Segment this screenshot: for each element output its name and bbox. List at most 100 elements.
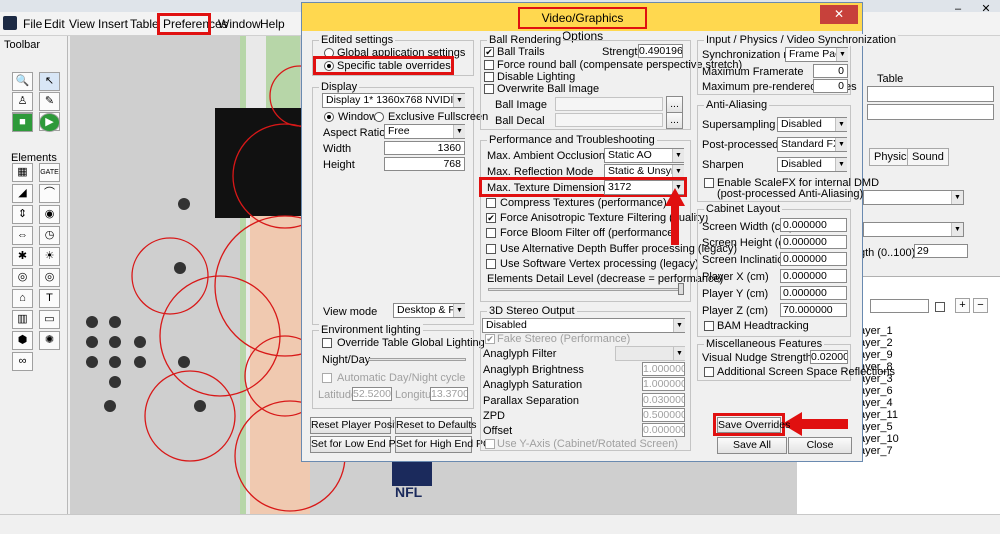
- ball-decal-field[interactable]: [555, 113, 663, 127]
- list-item[interactable]: ayer_4: [859, 397, 893, 409]
- menu-table[interactable]: Table: [130, 17, 159, 31]
- save-overrides-button[interactable]: Save Overrides: [717, 417, 790, 433]
- timer-icon[interactable]: ◷: [39, 226, 60, 245]
- spinner-icon[interactable]: ⇔: [12, 226, 33, 245]
- scalefx-checkbox[interactable]: [704, 178, 714, 188]
- stamp-icon[interactable]: ♙: [12, 92, 33, 111]
- force-round-checkbox[interactable]: [484, 60, 494, 70]
- ball-image-browse-button[interactable]: ...: [666, 96, 683, 113]
- compress-textures-checkbox[interactable]: [486, 198, 496, 208]
- longitude-field[interactable]: 13.370000: [430, 387, 468, 401]
- detail-level-slider[interactable]: [488, 288, 684, 291]
- anaglyph-saturation-field[interactable]: 1.000000: [642, 377, 685, 391]
- wall-icon[interactable]: ▦: [12, 163, 33, 182]
- plunger-icon[interactable]: ⇕: [12, 205, 33, 224]
- save-all-button[interactable]: Save All: [717, 437, 787, 454]
- fake-stereo-checkbox[interactable]: ✔: [485, 334, 495, 344]
- list-item[interactable]: ayer_5: [859, 421, 893, 433]
- reel-icon[interactable]: ▥: [12, 310, 33, 329]
- list-item[interactable]: ayer_2: [859, 337, 893, 349]
- light-icon[interactable]: ☀: [39, 247, 60, 266]
- property-select-1[interactable]: ▼: [863, 190, 964, 205]
- add-icon[interactable]: +: [955, 298, 970, 313]
- list-item[interactable]: ayer_7: [859, 445, 893, 457]
- window-radio[interactable]: [324, 112, 334, 122]
- anaglyph-brightness-field[interactable]: 1.000000: [642, 362, 685, 376]
- target-icon[interactable]: ◎: [39, 268, 60, 287]
- low-end-button[interactable]: Set for Low End PC: [310, 436, 403, 453]
- ball-decal-browse-button[interactable]: ...: [666, 112, 683, 129]
- list-item[interactable]: ayer_10: [859, 433, 899, 445]
- kicker-icon[interactable]: ◎: [12, 268, 33, 287]
- menu-help[interactable]: Help: [260, 17, 285, 31]
- tab-sound[interactable]: Sound: [907, 148, 949, 166]
- height-field[interactable]: 768: [384, 157, 465, 171]
- max-framerate-field[interactable]: 0: [813, 64, 848, 78]
- rubber-icon[interactable]: ∞: [12, 352, 33, 371]
- flipper-icon[interactable]: ⌒: [39, 184, 60, 203]
- display-select[interactable]: Display 1* 1360x768 NVIDIA GeFor: [322, 93, 465, 108]
- screen-inclination-field[interactable]: 0.000000: [780, 252, 847, 266]
- width-field[interactable]: 1360: [384, 141, 465, 155]
- menu-window[interactable]: Window: [218, 17, 261, 31]
- parallax-field[interactable]: 0.030000: [642, 393, 685, 407]
- select-arrow-icon[interactable]: ↖: [39, 72, 60, 91]
- close-button[interactable]: Close: [788, 437, 852, 454]
- menu-edit[interactable]: Edit: [44, 17, 65, 31]
- table-field-2[interactable]: [867, 104, 994, 120]
- exclusive-fullscreen-radio[interactable]: [374, 112, 384, 122]
- screen-height-field[interactable]: 0.000000: [780, 235, 847, 249]
- list-item[interactable]: ayer_11: [859, 409, 898, 421]
- ball-trails-checkbox[interactable]: ✔: [484, 47, 494, 57]
- depth-buffer-checkbox[interactable]: [486, 244, 496, 254]
- nudge-strength-field[interactable]: 0.020000: [810, 350, 848, 364]
- dispreel-icon[interactable]: ▭: [39, 310, 60, 329]
- minimize-icon[interactable]: –: [944, 0, 972, 18]
- magnify-icon[interactable]: 🔍: [12, 72, 33, 91]
- strength-field[interactable]: 29: [914, 244, 968, 258]
- high-end-button[interactable]: Set for High End PC: [395, 436, 491, 453]
- flasher-icon[interactable]: ✺: [39, 331, 60, 350]
- bloom-off-checkbox[interactable]: [486, 228, 496, 238]
- textbox-icon[interactable]: T: [39, 289, 60, 308]
- ramp-icon[interactable]: ◢: [12, 184, 33, 203]
- bumper-icon[interactable]: ◉: [39, 205, 60, 224]
- night-day-slider[interactable]: [368, 358, 466, 361]
- property-select-2[interactable]: ▼: [863, 222, 964, 237]
- menu-view[interactable]: View: [69, 17, 95, 31]
- ball-image-field[interactable]: [555, 97, 663, 111]
- offset-field[interactable]: 0.000000: [642, 423, 685, 437]
- trigger-icon[interactable]: ✱: [12, 247, 33, 266]
- reset-defaults-button[interactable]: Reset to Defaults: [395, 417, 477, 434]
- decal-icon[interactable]: ⌂: [12, 289, 33, 308]
- menu-file[interactable]: File: [23, 17, 42, 31]
- override-lighting-checkbox[interactable]: [322, 338, 332, 348]
- anisotropic-checkbox[interactable]: ✔: [486, 213, 496, 223]
- camera-icon[interactable]: ■: [12, 113, 33, 132]
- play-icon[interactable]: ▶: [39, 113, 60, 132]
- ssr-checkbox[interactable]: [704, 367, 714, 377]
- software-vertex-checkbox[interactable]: [486, 259, 496, 269]
- remove-icon[interactable]: −: [973, 298, 988, 313]
- list-item[interactable]: ayer_6: [859, 385, 893, 397]
- player-x-field[interactable]: 0.000000: [780, 269, 847, 283]
- stereo-mode-select[interactable]: Disabled: [482, 318, 685, 333]
- ball-icon[interactable]: ⬢: [12, 331, 33, 350]
- auto-day-night-checkbox[interactable]: [322, 373, 332, 383]
- prerendered-frames-field[interactable]: 0: [813, 79, 848, 93]
- screen-width-field[interactable]: 0.000000: [780, 218, 847, 232]
- detail-level-thumb[interactable]: [678, 283, 684, 295]
- menu-insert[interactable]: Insert: [98, 17, 128, 31]
- overwrite-ball-checkbox[interactable]: [484, 84, 494, 94]
- close-icon[interactable]: ✕: [820, 5, 858, 24]
- player-y-field[interactable]: 0.000000: [780, 286, 847, 300]
- table-name-field[interactable]: [867, 86, 994, 102]
- bam-headtracking-checkbox[interactable]: [704, 321, 714, 331]
- reset-player-button[interactable]: Reset Player Position: [310, 417, 411, 434]
- zpd-field[interactable]: 0.500000: [642, 408, 685, 422]
- filter-field[interactable]: [870, 299, 929, 313]
- close-icon[interactable]: ✕: [972, 0, 1000, 18]
- gate-icon[interactable]: GATE: [39, 163, 60, 182]
- y-axis-checkbox[interactable]: [485, 439, 495, 449]
- list-item[interactable]: ayer_9: [859, 349, 893, 361]
